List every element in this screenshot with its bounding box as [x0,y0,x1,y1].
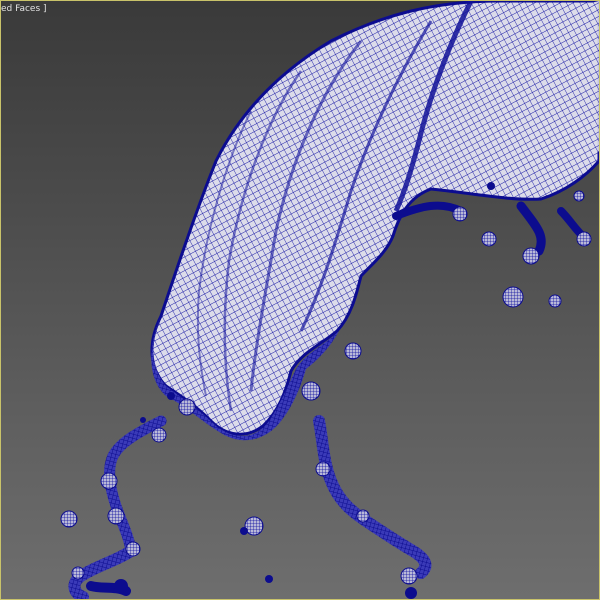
drip-tendril [516,201,546,256]
droplet [114,579,128,593]
droplet [125,541,141,557]
droplet [344,342,362,360]
droplet [502,286,524,308]
droplet [140,417,146,423]
droplet [240,527,248,535]
droplet [576,231,592,247]
drip-tendril [104,415,167,557]
droplet [315,461,331,477]
viewport-canvas[interactable] [1,1,599,599]
droplet [100,472,118,490]
droplet [265,575,273,583]
droplet [71,566,85,580]
droplet [301,381,321,401]
droplet [178,398,196,416]
viewport-shading-label[interactable]: ed Faces ] [1,3,47,15]
droplet [452,206,468,222]
droplet [151,427,167,443]
droplet [548,294,562,308]
droplet [405,587,417,599]
droplet [356,509,370,523]
viewport[interactable]: ed Faces ] [0,0,600,600]
droplet [60,510,78,528]
droplet [522,247,540,265]
droplet [573,190,585,202]
droplet [167,392,175,400]
droplet [107,507,125,525]
droplet [400,567,418,585]
droplet [481,231,497,247]
droplet [487,182,495,190]
drip-tendril [313,415,432,579]
